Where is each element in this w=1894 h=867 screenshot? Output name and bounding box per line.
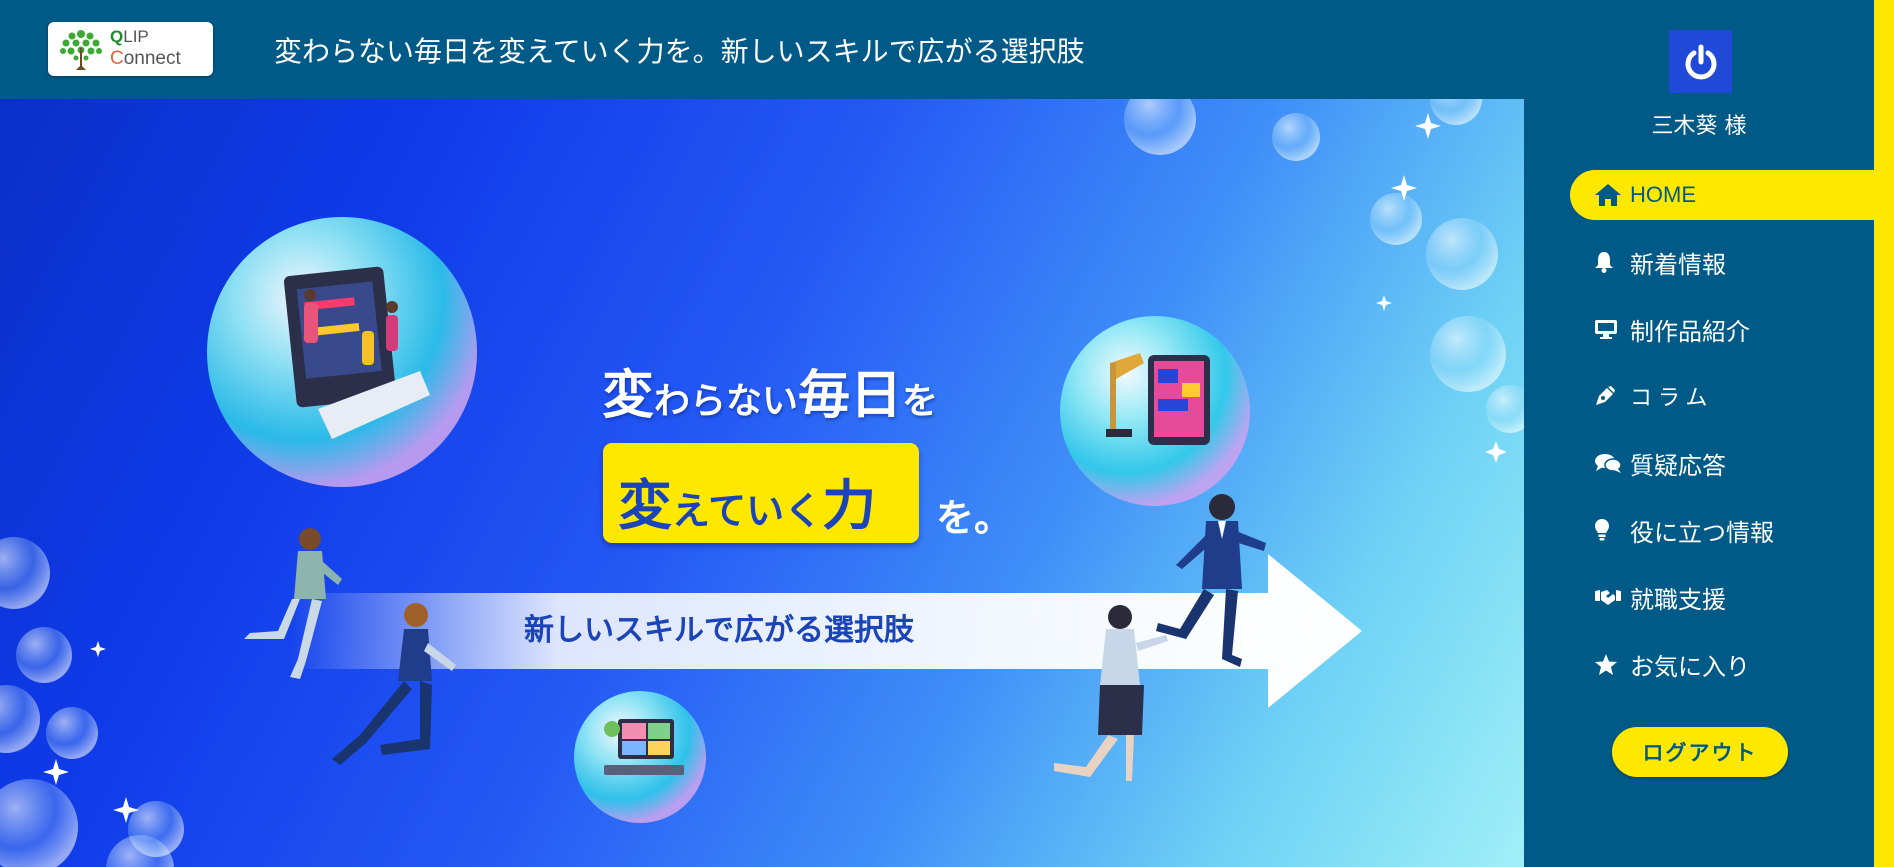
hero-headline-line1: 変わらない毎日を	[602, 366, 939, 426]
sidebar-item-favorites[interactable]: お気に入り	[1570, 639, 1874, 689]
hero-banner: 変わらない毎日を 変えていく力 を。 新しいスキルで広がる選択肢	[0, 99, 1524, 867]
sidebar-item-label: お気に入り	[1630, 652, 1750, 681]
desktop-icon	[1595, 320, 1617, 339]
hero-headline-line2: 変えていく力	[618, 474, 877, 537]
decorative-bubbles-left	[0, 537, 184, 867]
bubble-video-call-illustration	[574, 691, 706, 823]
sidebar-item-label: HOME	[1630, 182, 1696, 207]
bubble-construction-illustration	[1060, 316, 1250, 506]
sidebar-item-label: 質疑応答	[1630, 451, 1726, 480]
site-header: QLIP Connect 変わらない毎日を変えていく力を。新しいスキルで広がる選…	[0, 0, 1524, 99]
tree-logo-icon	[60, 30, 102, 70]
lightbulb-icon	[1595, 519, 1609, 541]
bell-icon	[1595, 252, 1613, 273]
site-logo[interactable]: QLIP Connect	[48, 22, 213, 76]
power-button[interactable]	[1669, 30, 1732, 93]
logo-q-letter: Q	[110, 27, 124, 46]
logout-button[interactable]: ログアウト	[1612, 727, 1788, 777]
sidebar: 三木葵 様 HOME 新着情報 制作品紹介 コラム 質疑応答 役に立つ情報 就職	[1524, 0, 1874, 867]
sidebar-item-tips[interactable]: 役に立つ情報	[1570, 505, 1874, 555]
sidebar-item-label: 役に立つ情報	[1630, 518, 1774, 547]
handshake-icon	[1595, 590, 1621, 605]
sidebar-item-label: 制作品紹介	[1630, 317, 1750, 346]
sidebar-item-label: 新着情報	[1630, 250, 1726, 279]
sidebar-item-home[interactable]: HOME	[1570, 170, 1874, 220]
logo-q-rest: LIP	[123, 27, 149, 46]
bubble-monitor-illustration	[207, 217, 477, 487]
sidebar-item-column[interactable]: コラム	[1570, 371, 1874, 421]
pen-icon	[1596, 386, 1615, 405]
header-tagline: 変わらない毎日を変えていく力を。新しいスキルで広がる選択肢	[274, 35, 1085, 68]
sidebar-item-label: コラム	[1630, 386, 1714, 411]
power-icon	[1685, 44, 1716, 79]
comments-icon	[1595, 454, 1622, 473]
home-icon	[1595, 184, 1621, 206]
hero-headline-line2-suffix: を。	[936, 496, 1013, 540]
sidebar-item-qa[interactable]: 質疑応答	[1570, 438, 1874, 488]
sidebar-accent-edge	[1874, 0, 1894, 867]
sidebar-item-career[interactable]: 就職支援	[1570, 572, 1874, 622]
sidebar-item-works[interactable]: 制作品紹介	[1570, 304, 1874, 354]
logo-c-rest: onnect	[123, 48, 181, 69]
logo-c-letter: C	[110, 48, 124, 69]
user-name: 三木葵 様	[1651, 114, 1747, 139]
sidebar-item-news[interactable]: 新着情報	[1570, 237, 1874, 287]
star-icon	[1595, 653, 1617, 675]
sidebar-item-label: 就職支援	[1630, 585, 1726, 614]
hero-arrow-caption: 新しいスキルで広がる選択肢	[524, 613, 914, 648]
